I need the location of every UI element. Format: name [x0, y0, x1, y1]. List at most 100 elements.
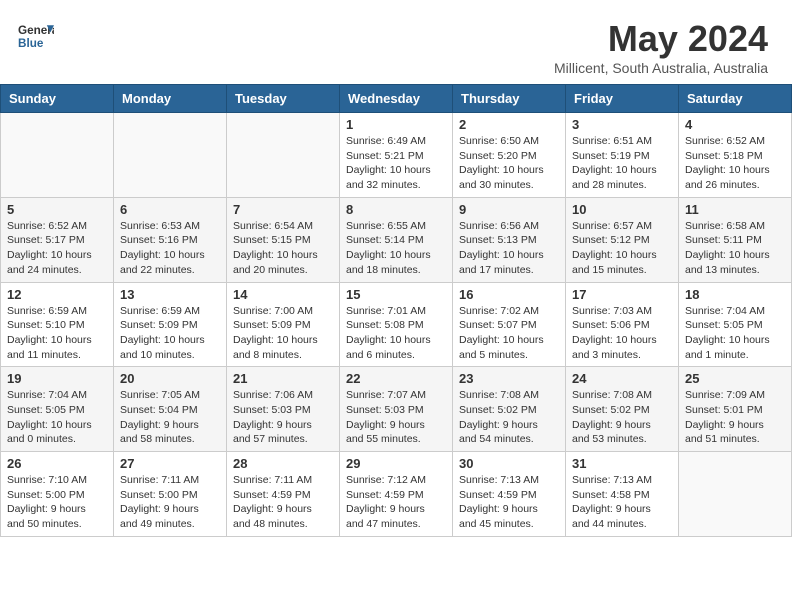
day-info: Sunrise: 7:04 AM Sunset: 5:05 PM Dayligh… [7, 388, 107, 447]
day-info: Sunrise: 7:09 AM Sunset: 5:01 PM Dayligh… [685, 388, 785, 447]
day-number: 10 [572, 202, 672, 217]
location: Millicent, South Australia, Australia [554, 60, 768, 76]
day-number: 21 [233, 371, 333, 386]
day-info: Sunrise: 6:59 AM Sunset: 5:10 PM Dayligh… [7, 304, 107, 363]
calendar-cell: 23 Sunrise: 7:08 AM Sunset: 5:02 PM Dayli… [453, 367, 566, 452]
calendar-header-monday: Monday [114, 85, 227, 113]
day-number: 18 [685, 287, 785, 302]
day-info: Sunrise: 7:02 AM Sunset: 5:07 PM Dayligh… [459, 304, 559, 363]
day-number: 31 [572, 456, 672, 471]
calendar-table: SundayMondayTuesdayWednesdayThursdayFrid… [0, 84, 792, 537]
calendar-header-row: SundayMondayTuesdayWednesdayThursdayFrid… [1, 85, 792, 113]
calendar-cell: 14 Sunrise: 7:00 AM Sunset: 5:09 PM Dayli… [227, 282, 340, 367]
calendar-cell: 5 Sunrise: 6:52 AM Sunset: 5:17 PM Daylig… [1, 197, 114, 282]
calendar-week-row: 12Sunrise: 6:59 AM Sunset: 5:10 PM Dayli… [1, 282, 792, 367]
calendar-header-sunday: Sunday [1, 85, 114, 113]
day-number: 16 [459, 287, 559, 302]
calendar-cell: 3Sunrise: 6:51 AM Sunset: 5:19 PM Daylig… [566, 113, 679, 198]
day-info: Sunrise: 6:56 AM Sunset: 5:13 PM Dayligh… [459, 219, 559, 278]
day-number: 11 [685, 202, 785, 217]
day-info: Sunrise: 7:13 AM Sunset: 4:58 PM Dayligh… [572, 473, 672, 532]
day-info: Sunrise: 7:11 AM Sunset: 4:59 PM Dayligh… [233, 473, 333, 532]
calendar-cell: 4 Sunrise: 6:52 AM Sunset: 5:18 PM Daylig… [679, 113, 792, 198]
calendar-cell: 2 Sunrise: 6:50 AM Sunset: 5:20 PM Daylig… [453, 113, 566, 198]
day-number: 28 [233, 456, 333, 471]
calendar-header-thursday: Thursday [453, 85, 566, 113]
day-number: 23 [459, 371, 559, 386]
calendar-cell: 11 Sunrise: 6:58 AM Sunset: 5:11 PM Dayli… [679, 197, 792, 282]
day-number: 14 [233, 287, 333, 302]
day-number: 2 [459, 117, 559, 132]
day-info: Sunrise: 7:05 AM Sunset: 5:04 PM Dayligh… [120, 388, 220, 447]
day-number: 1 [346, 117, 446, 132]
calendar-week-row: 26 Sunrise: 7:10 AM Sunset: 5:00 PM Dayli… [1, 452, 792, 537]
day-number: 27 [120, 456, 220, 471]
day-number: 20 [120, 371, 220, 386]
calendar-cell: 16 Sunrise: 7:02 AM Sunset: 5:07 PM Dayli… [453, 282, 566, 367]
calendar-cell: 1 Sunrise: 6:49 AM Sunset: 5:21 PM Daylig… [340, 113, 453, 198]
title-block: May 2024 Millicent, South Australia, Aus… [554, 18, 768, 76]
day-number: 8 [346, 202, 446, 217]
day-number: 6 [120, 202, 220, 217]
calendar-header-wednesday: Wednesday [340, 85, 453, 113]
month-year: May 2024 [554, 18, 768, 60]
day-number: 29 [346, 456, 446, 471]
calendar-cell: 13Sunrise: 6:59 AM Sunset: 5:09 PM Dayli… [114, 282, 227, 367]
calendar-cell: 17Sunrise: 7:03 AM Sunset: 5:06 PM Dayli… [566, 282, 679, 367]
calendar-cell: 21 Sunrise: 7:06 AM Sunset: 5:03 PM Dayli… [227, 367, 340, 452]
calendar-cell: 8Sunrise: 6:55 AM Sunset: 5:14 PM Daylig… [340, 197, 453, 282]
svg-text:Blue: Blue [18, 37, 44, 50]
calendar-cell: 9Sunrise: 6:56 AM Sunset: 5:13 PM Daylig… [453, 197, 566, 282]
day-info: Sunrise: 7:12 AM Sunset: 4:59 PM Dayligh… [346, 473, 446, 532]
calendar-cell: 12Sunrise: 6:59 AM Sunset: 5:10 PM Dayli… [1, 282, 114, 367]
calendar-cell: 15 Sunrise: 7:01 AM Sunset: 5:08 PM Dayli… [340, 282, 453, 367]
calendar-cell: 25Sunrise: 7:09 AM Sunset: 5:01 PM Dayli… [679, 367, 792, 452]
day-info: Sunrise: 7:01 AM Sunset: 5:08 PM Dayligh… [346, 304, 446, 363]
calendar-cell: 20 Sunrise: 7:05 AM Sunset: 5:04 PM Dayli… [114, 367, 227, 452]
logo: General Blue [18, 18, 54, 54]
day-number: 24 [572, 371, 672, 386]
calendar-header-saturday: Saturday [679, 85, 792, 113]
day-info: Sunrise: 7:11 AM Sunset: 5:00 PM Dayligh… [120, 473, 220, 532]
day-number: 30 [459, 456, 559, 471]
day-info: Sunrise: 6:53 AM Sunset: 5:16 PM Dayligh… [120, 219, 220, 278]
day-info: Sunrise: 6:57 AM Sunset: 5:12 PM Dayligh… [572, 219, 672, 278]
day-info: Sunrise: 7:08 AM Sunset: 5:02 PM Dayligh… [459, 388, 559, 447]
day-number: 19 [7, 371, 107, 386]
calendar-cell [679, 452, 792, 537]
day-info: Sunrise: 7:00 AM Sunset: 5:09 PM Dayligh… [233, 304, 333, 363]
day-number: 7 [233, 202, 333, 217]
day-info: Sunrise: 7:10 AM Sunset: 5:00 PM Dayligh… [7, 473, 107, 532]
day-info: Sunrise: 6:49 AM Sunset: 5:21 PM Dayligh… [346, 134, 446, 193]
day-info: Sunrise: 6:50 AM Sunset: 5:20 PM Dayligh… [459, 134, 559, 193]
calendar-cell: 29 Sunrise: 7:12 AM Sunset: 4:59 PM Dayli… [340, 452, 453, 537]
calendar-cell: 26 Sunrise: 7:10 AM Sunset: 5:00 PM Dayli… [1, 452, 114, 537]
calendar-cell: 27 Sunrise: 7:11 AM Sunset: 5:00 PM Dayli… [114, 452, 227, 537]
day-info: Sunrise: 7:04 AM Sunset: 5:05 PM Dayligh… [685, 304, 785, 363]
calendar-cell: 30 Sunrise: 7:13 AM Sunset: 4:59 PM Dayli… [453, 452, 566, 537]
day-info: Sunrise: 6:58 AM Sunset: 5:11 PM Dayligh… [685, 219, 785, 278]
day-number: 4 [685, 117, 785, 132]
calendar-week-row: 19 Sunrise: 7:04 AM Sunset: 5:05 PM Dayli… [1, 367, 792, 452]
day-info: Sunrise: 7:06 AM Sunset: 5:03 PM Dayligh… [233, 388, 333, 447]
calendar-week-row: 5 Sunrise: 6:52 AM Sunset: 5:17 PM Daylig… [1, 197, 792, 282]
calendar-cell [114, 113, 227, 198]
day-number: 5 [7, 202, 107, 217]
day-info: Sunrise: 7:08 AM Sunset: 5:02 PM Dayligh… [572, 388, 672, 447]
logo-icon: General Blue [18, 18, 54, 54]
calendar-cell: 7Sunrise: 6:54 AM Sunset: 5:15 PM Daylig… [227, 197, 340, 282]
calendar-cell: 10 Sunrise: 6:57 AM Sunset: 5:12 PM Dayli… [566, 197, 679, 282]
day-number: 26 [7, 456, 107, 471]
day-number: 17 [572, 287, 672, 302]
page-header: General Blue May 2024 Millicent, South A… [0, 0, 792, 84]
day-info: Sunrise: 6:52 AM Sunset: 5:18 PM Dayligh… [685, 134, 785, 193]
calendar-week-row: 1 Sunrise: 6:49 AM Sunset: 5:21 PM Daylig… [1, 113, 792, 198]
day-number: 15 [346, 287, 446, 302]
day-info: Sunrise: 6:51 AM Sunset: 5:19 PM Dayligh… [572, 134, 672, 193]
day-info: Sunrise: 7:13 AM Sunset: 4:59 PM Dayligh… [459, 473, 559, 532]
calendar-cell: 24 Sunrise: 7:08 AM Sunset: 5:02 PM Dayli… [566, 367, 679, 452]
calendar-cell: 22Sunrise: 7:07 AM Sunset: 5:03 PM Dayli… [340, 367, 453, 452]
calendar-cell [1, 113, 114, 198]
calendar-cell: 19 Sunrise: 7:04 AM Sunset: 5:05 PM Dayli… [1, 367, 114, 452]
day-info: Sunrise: 6:52 AM Sunset: 5:17 PM Dayligh… [7, 219, 107, 278]
